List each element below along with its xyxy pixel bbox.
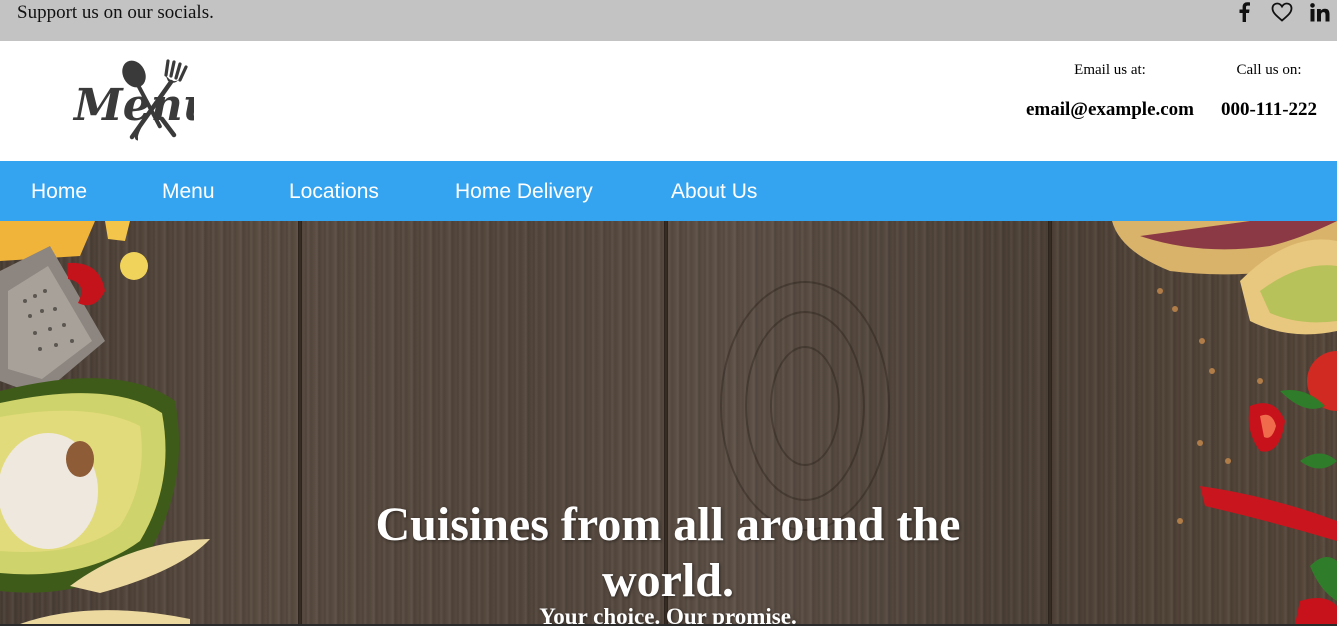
hero-subtitle: Your choice. Our promise.: [539, 604, 797, 624]
svg-text:Menu: Menu: [72, 80, 194, 131]
heart-icon[interactable]: [1270, 0, 1294, 24]
site-header: Menu Email us at: email@example.com Call…: [0, 41, 1337, 161]
email-label: Email us at:: [1074, 62, 1146, 78]
linkedin-icon[interactable]: [1309, 0, 1331, 24]
menu-logo[interactable]: Menu: [72, 57, 194, 141]
wood-knot: [770, 346, 840, 466]
plank-seam: [1048, 221, 1052, 624]
nav-item-locations[interactable]: Locations: [289, 161, 379, 221]
nav-item-about-us[interactable]: About Us: [671, 161, 757, 221]
food-decoration-left: [0, 221, 210, 624]
social-bar-text: Support us on our socials.: [17, 2, 214, 23]
email-value[interactable]: email@example.com: [1018, 99, 1202, 121]
main-nav: Home Menu Locations Home Delivery About …: [0, 161, 1337, 221]
nav-item-home[interactable]: Home: [31, 161, 87, 221]
nav-item-menu[interactable]: Menu: [162, 161, 215, 221]
plank-seam: [298, 221, 302, 624]
phone-label: Call us on:: [1236, 62, 1302, 78]
hero-title: Cuisines from all around the world.: [375, 498, 961, 607]
social-icons: [1234, 0, 1337, 24]
facebook-icon[interactable]: [1234, 0, 1254, 24]
food-decoration-right: [1112, 221, 1337, 624]
nav-item-home-delivery[interactable]: Home Delivery: [455, 161, 593, 221]
phone-value[interactable]: 000-111-222: [1214, 99, 1324, 121]
social-bar: Support us on our socials.: [0, 0, 1337, 41]
hero-banner: Cuisines from all around the world. Your…: [0, 221, 1337, 624]
